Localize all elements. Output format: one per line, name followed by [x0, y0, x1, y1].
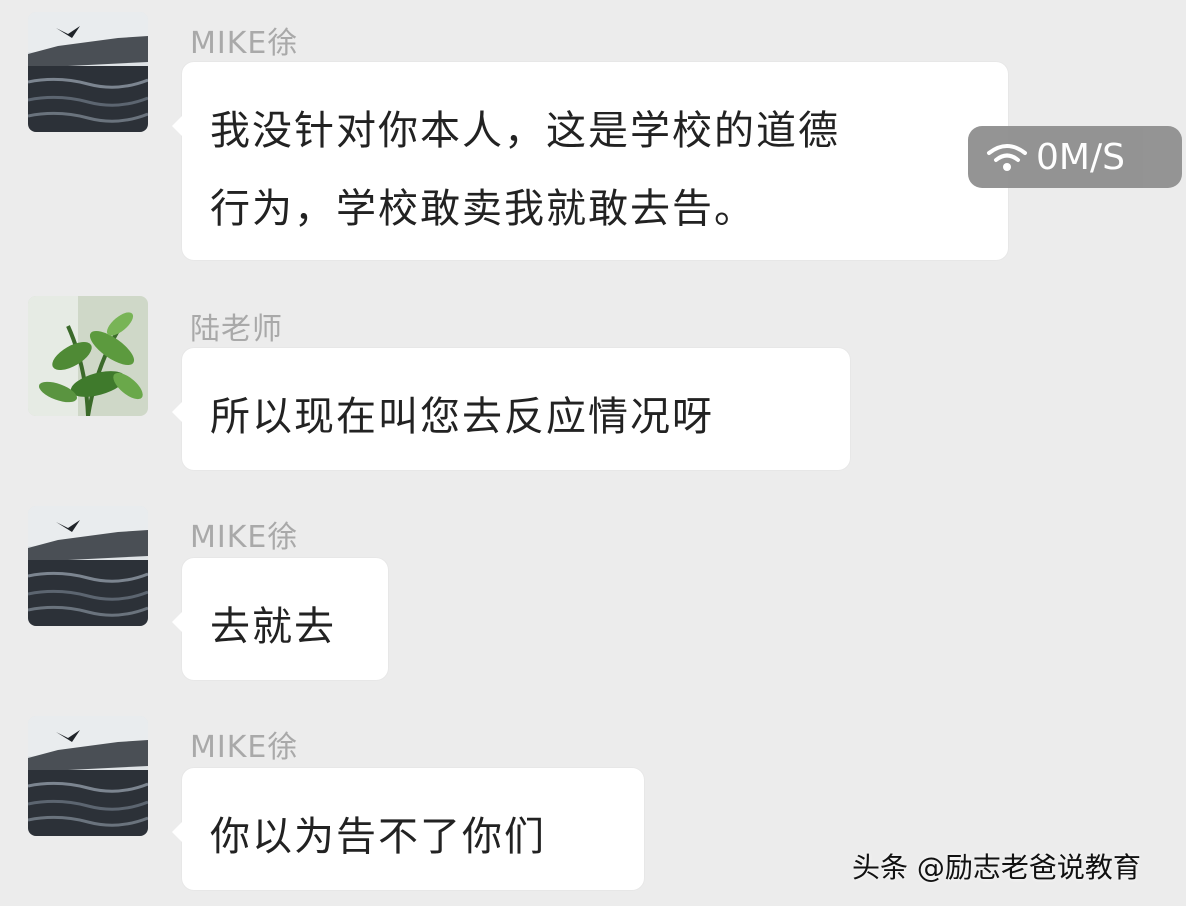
wifi-icon	[987, 144, 1027, 171]
lake-landscape-avatar-image	[28, 12, 148, 132]
avatar[interactable]	[28, 716, 148, 836]
sender-name: MIKE徐	[190, 730, 299, 765]
message-text: 所以现在叫您去反应情况呀	[210, 394, 714, 440]
message-text: 你以为告不了你们	[210, 814, 546, 860]
sender-name: MIKE徐	[190, 520, 299, 555]
message-bubble[interactable]: 我没针对你本人，这是学校的道德 行为，学校敢卖我就敢去告。	[172, 62, 1008, 260]
message-bubble[interactable]: 所以现在叫您去反应情况呀	[172, 348, 850, 470]
lake-landscape-avatar-image	[28, 716, 148, 836]
sender-name: MIKE徐	[190, 26, 299, 61]
watermark-text: 头条 @励志老爸说教育	[852, 851, 1141, 884]
network-speed-indicator: 0M/S	[968, 126, 1182, 188]
sender-name: 陆老师	[190, 312, 283, 347]
lake-landscape-avatar-image	[28, 506, 148, 626]
network-speed-text: 0M/S	[1036, 136, 1125, 178]
avatar[interactable]	[28, 296, 148, 416]
message-bubble[interactable]: 你以为告不了你们	[172, 768, 644, 890]
avatar[interactable]	[28, 506, 148, 626]
message-bubble[interactable]: 去就去	[172, 558, 388, 680]
avatar[interactable]	[28, 12, 148, 132]
green-plant-avatar-image	[28, 296, 148, 416]
message-text: 去就去	[210, 604, 336, 650]
message-text: 行为，学校敢卖我就敢去告。	[210, 186, 756, 232]
message-text: 我没针对你本人，这是学校的道德	[210, 108, 840, 154]
